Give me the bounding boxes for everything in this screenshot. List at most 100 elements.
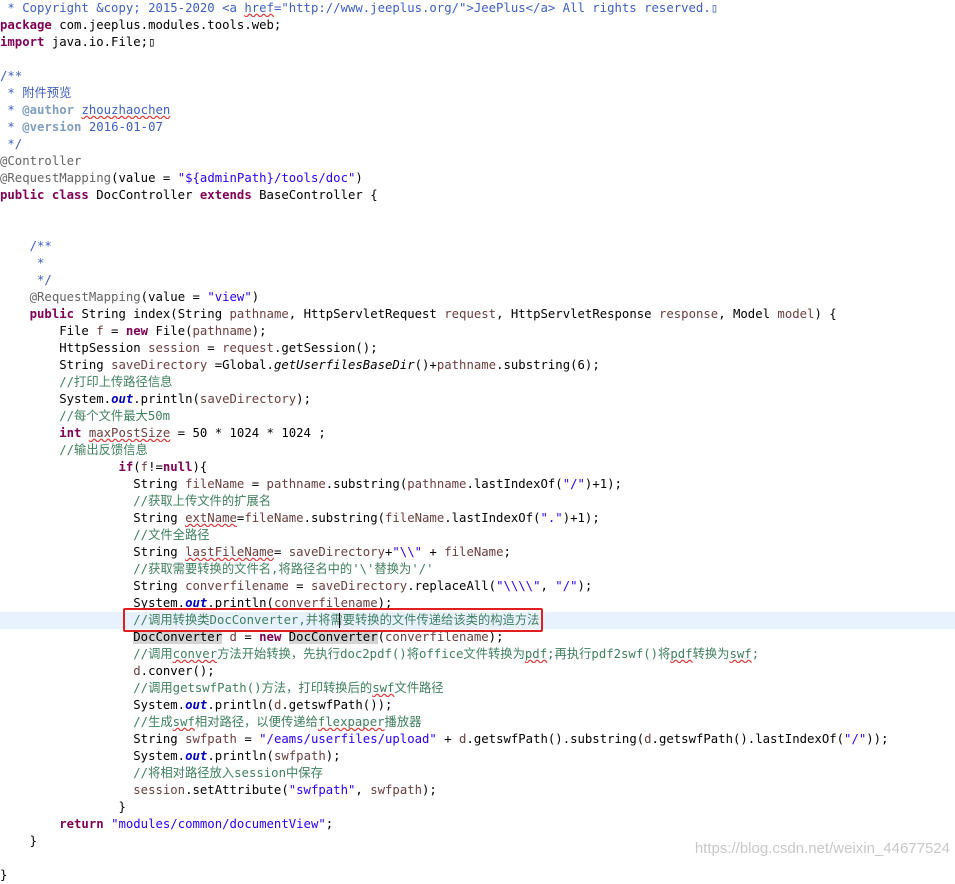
code-line[interactable]: public String index(String pathname, Htt… [0,306,955,323]
code-line[interactable]: */ [0,272,955,289]
code-token: )+1); [562,511,600,525]
code-line[interactable]: //调用getswfPath()方法，打印转换后的swf文件路径 [0,680,955,697]
code-token: * 附件预览 [0,86,72,100]
code-token: pathname [436,358,497,372]
code-line[interactable]: //将相对路径放入session中保存 [0,765,955,782]
code-token: )+1); [584,477,622,491]
code-line[interactable]: public class DocController extends BaseC… [0,187,955,204]
code-line[interactable]: } [0,867,955,884]
code-token: = [236,732,260,746]
code-token: //调用getswfPath()方法，打印转换后的 [0,681,373,695]
code-token: .println( [207,749,274,763]
code-editor[interactable]: * Copyright &copy; 2015-2020 <a href="ht… [0,0,955,882]
code-token: pdf [524,647,548,661]
code-token: , [355,783,371,797]
code-token: int [0,426,82,440]
code-line[interactable]: * Copyright &copy; 2015-2020 <a href="ht… [0,0,955,17]
code-line[interactable]: //每个文件最大50m [0,408,955,425]
code-line[interactable]: //打印上传路径信息 [0,374,955,391]
code-token: swf [729,647,752,661]
code-token: saveDirectory [310,579,408,593]
code-line[interactable] [0,51,955,68]
code-token: .conver(); [140,664,215,678]
code-token: ); [251,324,267,338]
code-token: String [0,477,186,491]
code-token: request [222,341,274,355]
code-line[interactable]: //获取需要转换的文件名,将路径名中的'\'替换为'/' [0,561,955,578]
code-token: + [422,545,445,559]
code-token: "swfpath" [288,783,356,797]
code-token: ); [296,392,311,406]
code-line[interactable]: @RequestMapping(value = "view") [0,289,955,306]
code-token: , [540,579,556,593]
code-line[interactable]: String converfilename = saveDirectory.re… [0,578,955,595]
code-token: //获取上传文件的扩展名 [0,494,272,508]
code-line[interactable]: System.out.println(saveDirectory); [0,391,955,408]
code-line[interactable]: import java.io.File;▯ [0,34,955,51]
code-token: /** [0,239,52,253]
code-line[interactable]: * @version 2016-01-07 [0,119,955,136]
code-line[interactable] [0,204,955,221]
code-line[interactable]: /** [0,68,955,85]
code-line[interactable]: String saveDirectory =Global.getUserfile… [0,357,955,374]
code-line[interactable]: * [0,255,955,272]
code-line[interactable]: //输出反馈信息 [0,442,955,459]
code-token: "/" [844,732,867,746]
code-token: response [658,307,719,321]
code-line[interactable]: package com.jeeplus.modules.tools.web; [0,17,955,34]
code-line[interactable]: HttpSession session = request.getSession… [0,340,955,357]
code-token: System. [0,698,186,712]
code-line[interactable]: /** [0,238,955,255]
code-token: "." [540,511,563,525]
code-line[interactable]: @RequestMapping(value = "${adminPath}/to… [0,170,955,187]
code-line[interactable]: * @author zhouzhaochen [0,102,955,119]
code-token: */ [0,273,52,287]
code-line[interactable]: * 附件预览 [0,85,955,102]
code-line[interactable]: //文件全路径 [0,527,955,544]
code-line[interactable]: @Controller [0,153,955,170]
code-line[interactable]: //调用conver方法开始转换，先执行doc2pdf()将office文件转换… [0,646,955,663]
code-line[interactable]: //获取上传文件的扩展名 [0,493,955,510]
code-line[interactable]: */ [0,136,955,153]
code-token: ()+ [414,358,437,372]
code-token: model [777,307,815,321]
code-token: .substring( [303,511,385,525]
code-line[interactable]: if(f!=null){ [0,459,955,476]
code-token: * Copyright &copy; 2015-2020 <a [0,1,245,15]
code-token: extName [185,511,237,525]
code-line[interactable]: //生成swf相对路径，以便传递给flexpaper播放器 [0,714,955,731]
code-line[interactable]: session.setAttribute("swfpath", swfpath)… [0,782,955,799]
code-token: * [0,120,23,134]
code-token: saveDirectory [111,358,208,372]
code-line[interactable]: System.out.println(swfpath); [0,748,955,765]
code-line[interactable]: String extName=fileName.substring(fileNa… [0,510,955,527]
code-token: ( [377,630,386,644]
code-token: fileName [185,477,245,491]
code-line[interactable]: File f = new File(pathname); [0,323,955,340]
code-token: BaseController { [251,188,378,202]
code-token: "/" [562,477,585,491]
code-token: String [0,358,112,372]
code-token: pdf [670,647,693,661]
code-line[interactable]: String fileName = pathname.substring(pat… [0,476,955,493]
code-token: d [644,732,652,746]
code-token: //获取需要转换的文件名,将路径名中的'\'替换为'/' [0,562,434,576]
code-token: = 50 * 1024 * 1024 ; [170,426,326,440]
code-line[interactable]: String lastFileName= saveDirectory+"\\" … [0,544,955,561]
code-line[interactable] [0,221,955,238]
text-caret [339,613,340,628]
code-line[interactable]: System.out.println(d.getswfPath()); [0,697,955,714]
code-line[interactable]: int maxPostSize = 50 * 1024 * 1024 ; [0,425,955,442]
code-token: = [244,477,267,491]
code-token: ); [325,749,341,763]
code-token: @RequestMapping [0,290,141,304]
code-line[interactable]: d.conver(); [0,663,955,680]
code-token: ) { [814,307,837,321]
code-token: ); [488,630,504,644]
code-line[interactable]: String swfpath = "/eams/userfiles/upload… [0,731,955,748]
code-line[interactable]: return "modules/common/documentView"; [0,816,955,833]
code-line[interactable]: } [0,799,955,816]
code-token: null [162,460,193,474]
code-token: lastFileName [185,545,274,559]
